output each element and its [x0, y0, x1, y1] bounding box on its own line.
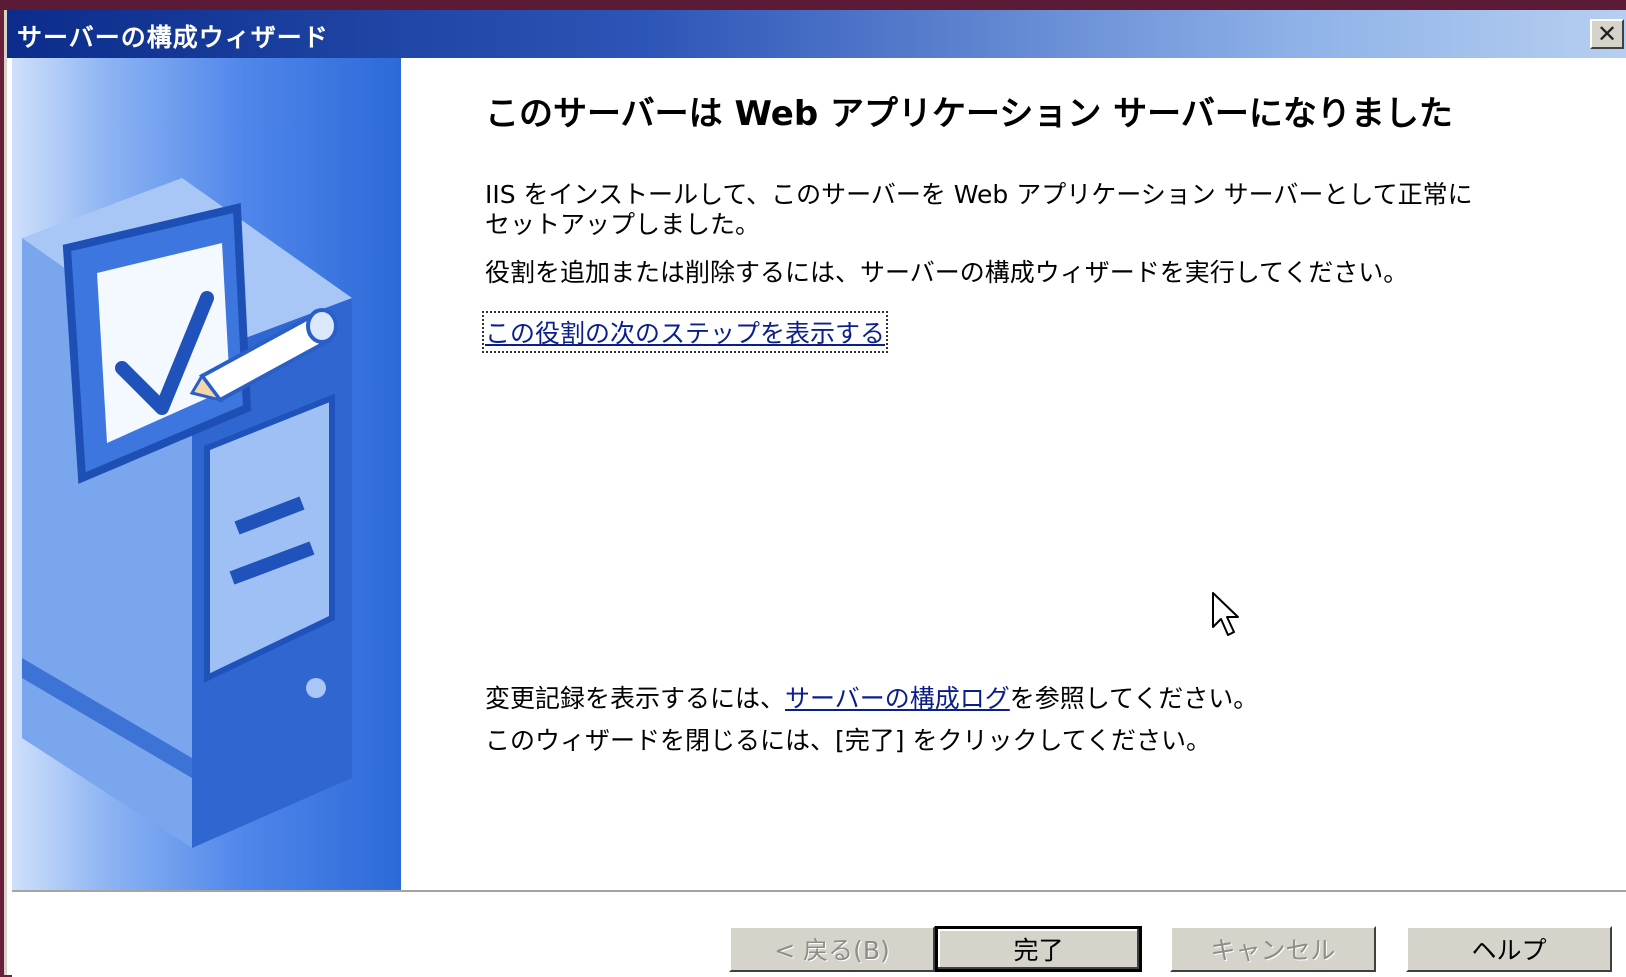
wizard-window: サーバーの構成ウィザード ✕ このサーバーは Web アプリケーション サーバー… [4, 10, 1626, 977]
configuration-log-link[interactable]: サーバーの構成ログ [785, 684, 1010, 713]
checklist-server-icon [22, 178, 352, 848]
wizard-content: このサーバーは Web アプリケーション サーバーになりました IIS をインス… [401, 58, 1626, 890]
add-remove-role-text: 役割を追加または削除するには、サーバーの構成ウィザードを実行してください。 [485, 258, 1409, 287]
next-steps-link[interactable]: この役割の次のステップを表示する [481, 311, 889, 353]
completion-heading: このサーバーは Web アプリケーション サーバーになりました [485, 94, 1453, 134]
back-button[interactable]: < 戻る(B) [729, 926, 935, 972]
close-button[interactable]: ✕ [1590, 19, 1624, 49]
close-icon: ✕ [1596, 20, 1618, 48]
install-success-text: IIS をインストールして、このサーバーを Web アプリケーション サーバーと… [485, 180, 1473, 239]
wizard-button-bar: < 戻る(B) 完了 キャンセル ヘルプ [12, 890, 1626, 977]
help-button[interactable]: ヘルプ [1406, 926, 1612, 972]
desktop-background [0, 0, 1626, 10]
close-wizard-instruction: このウィザードを閉じるには、[完了] をクリックしてください。 [485, 726, 1211, 755]
window-title: サーバーの構成ウィザード [17, 23, 329, 52]
change-log-text: 変更記録を表示するには、サーバーの構成ログを参照してください。 [485, 684, 1258, 714]
change-log-suffix: を参照してください。 [1009, 684, 1259, 713]
cancel-button[interactable]: キャンセル [1170, 926, 1376, 972]
finish-button[interactable]: 完了 [935, 926, 1142, 972]
change-log-prefix: 変更記録を表示するには、 [485, 684, 786, 713]
title-bar: サーバーの構成ウィザード ✕ [7, 10, 1626, 58]
mouse-pointer-icon [1212, 592, 1239, 636]
wizard-side-illustration [12, 58, 401, 890]
